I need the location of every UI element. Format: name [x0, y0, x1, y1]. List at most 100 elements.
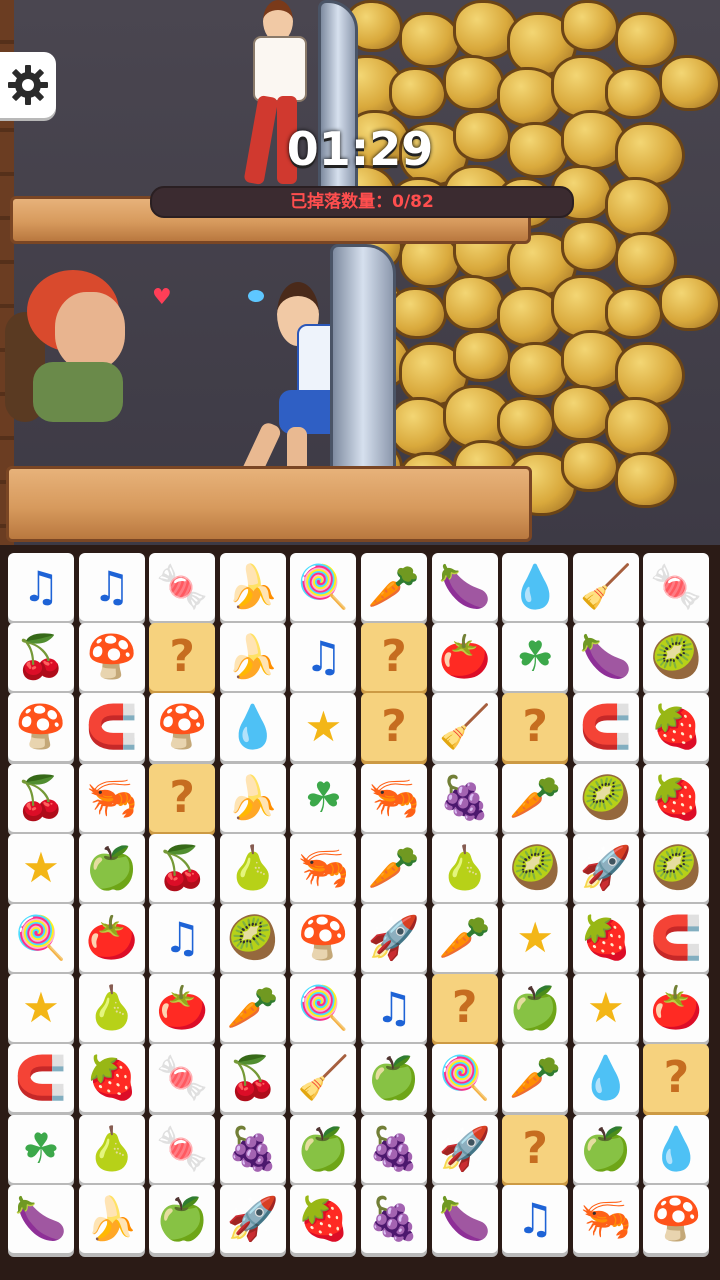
tile-apple[interactable]: 🍏 — [78, 833, 145, 902]
tile-clover[interactable]: ☘ — [8, 1114, 74, 1183]
tile-cherry[interactable]: 🍒 — [149, 833, 216, 902]
tile-star[interactable]: ★ — [572, 974, 639, 1043]
tile-rocket[interactable]: 🚀 — [361, 904, 427, 972]
tile-tomato[interactable]: 🍅 — [431, 623, 498, 692]
tile-apple[interactable]: 🍏 — [149, 1184, 216, 1253]
tile-candy[interactable]: 🍬 — [149, 1044, 216, 1113]
tile-mystery[interactable]: ? — [361, 623, 427, 692]
tile-mushroom[interactable]: 🍄 — [78, 623, 145, 692]
tile-tomato[interactable]: 🍅 — [78, 904, 145, 972]
tile-strawberry[interactable]: 🍓 — [78, 1044, 145, 1113]
settings-button[interactable] — [0, 52, 56, 118]
tile-eggplant[interactable]: 🍆 — [572, 623, 639, 692]
tile-shrimp[interactable]: 🦐 — [361, 763, 427, 832]
tile-music[interactable]: ♫ — [502, 1184, 569, 1253]
tile-banana[interactable]: 🍌 — [219, 623, 286, 692]
tile-pear[interactable]: 🍐 — [78, 974, 145, 1043]
tile-mushroom[interactable]: 🍄 — [8, 693, 74, 762]
tile-strawberry[interactable]: 🍓 — [290, 1184, 357, 1253]
tile-kiwi[interactable]: 🥝 — [572, 763, 639, 832]
tile-kiwi[interactable]: 🥝 — [502, 833, 569, 902]
tile-shrimp[interactable]: 🦐 — [572, 1184, 639, 1253]
tile-eggplant[interactable]: 🍆 — [431, 1184, 498, 1253]
tile-shrimp[interactable]: 🦐 — [78, 763, 145, 832]
tile-water[interactable]: 💧 — [572, 1044, 639, 1113]
tile-apple[interactable]: 🍏 — [361, 1044, 427, 1113]
tile-lollipop[interactable]: 🍭 — [290, 974, 357, 1043]
tile-tomato[interactable]: 🍅 — [149, 974, 216, 1043]
tile-cherry[interactable]: 🍒 — [219, 1044, 286, 1113]
tile-rocket[interactable]: 🚀 — [431, 1114, 498, 1183]
tile-carrot[interactable]: 🥕 — [219, 974, 286, 1043]
tile-magnet[interactable]: 🧲 — [8, 1044, 74, 1113]
tile-candy[interactable]: 🍬 — [643, 553, 710, 621]
tile-water[interactable]: 💧 — [643, 1114, 710, 1183]
tile-grapes[interactable]: 🍇 — [431, 763, 498, 832]
tile-strawberry[interactable]: 🍓 — [643, 693, 710, 762]
tile-strawberry[interactable]: 🍓 — [572, 904, 639, 972]
tile-pear[interactable]: 🍐 — [219, 833, 286, 902]
tile-candy[interactable]: 🍬 — [149, 1114, 216, 1183]
tile-mystery[interactable]: ? — [149, 623, 216, 692]
tile-star[interactable]: ★ — [290, 693, 357, 762]
tile-carrot[interactable]: 🥕 — [361, 833, 427, 902]
tile-mystery[interactable]: ? — [149, 763, 216, 832]
tile-apple[interactable]: 🍏 — [502, 974, 569, 1043]
tile-mystery[interactable]: ? — [431, 974, 498, 1043]
tile-water[interactable]: 💧 — [502, 553, 569, 621]
tile-cherry[interactable]: 🍒 — [8, 763, 74, 832]
tile-music[interactable]: ♫ — [78, 553, 145, 621]
tile-banana[interactable]: 🍌 — [219, 763, 286, 832]
tile-apple[interactable]: 🍏 — [572, 1114, 639, 1183]
tile-broom[interactable]: 🧹 — [290, 1044, 357, 1113]
tile-magnet[interactable]: 🧲 — [78, 693, 145, 762]
tile-candy[interactable]: 🍬 — [149, 553, 216, 621]
tile-star[interactable]: ★ — [502, 904, 569, 972]
tile-mushroom[interactable]: 🍄 — [643, 1184, 710, 1253]
tile-tomato[interactable]: 🍅 — [643, 974, 710, 1043]
tile-clover[interactable]: ☘ — [290, 763, 357, 832]
tile-kiwi[interactable]: 🥝 — [643, 623, 710, 692]
tile-rocket[interactable]: 🚀 — [219, 1184, 286, 1253]
tile-carrot[interactable]: 🥕 — [502, 1044, 569, 1113]
tile-red-mushroom[interactable]: 🍄 — [149, 693, 216, 762]
tile-broom[interactable]: 🧹 — [431, 693, 498, 762]
tile-mystery[interactable]: ? — [502, 1114, 569, 1183]
tile-magnet[interactable]: 🧲 — [643, 904, 710, 972]
tile-grapes[interactable]: 🍇 — [219, 1114, 286, 1183]
tile-apple[interactable]: 🍏 — [290, 1114, 357, 1183]
tile-mushroom[interactable]: 🍄 — [290, 904, 357, 972]
tile-eggplant[interactable]: 🍆 — [8, 1184, 74, 1253]
tile-grapes[interactable]: 🍇 — [361, 1184, 427, 1253]
tile-carrot[interactable]: 🥕 — [431, 904, 498, 972]
tile-music[interactable]: ♫ — [149, 904, 216, 972]
tile-clover[interactable]: ☘ — [502, 623, 569, 692]
tile-rocket[interactable]: 🚀 — [572, 833, 639, 902]
tile-star[interactable]: ★ — [8, 974, 74, 1043]
tile-carrot[interactable]: 🥕 — [361, 553, 427, 621]
tile-grapes[interactable]: 🍇 — [361, 1114, 427, 1183]
tile-star[interactable]: ★ — [8, 833, 74, 902]
tile-banana[interactable]: 🍌 — [219, 553, 286, 621]
tile-shrimp[interactable]: 🦐 — [290, 833, 357, 902]
tile-mystery[interactable]: ? — [643, 1044, 710, 1113]
tile-strawberry[interactable]: 🍓 — [643, 763, 710, 832]
tile-magnet[interactable]: 🧲 — [572, 693, 639, 762]
tile-mystery[interactable]: ? — [502, 693, 569, 762]
tile-lollipop[interactable]: 🍭 — [290, 553, 357, 621]
tile-carrot[interactable]: 🥕 — [502, 763, 569, 832]
tile-lollipop[interactable]: 🍭 — [8, 904, 74, 972]
tile-banana[interactable]: 🍌 — [78, 1184, 145, 1253]
tile-music[interactable]: ♫ — [290, 623, 357, 692]
tile-pear[interactable]: 🍐 — [78, 1114, 145, 1183]
tile-kiwi[interactable]: 🥝 — [219, 904, 286, 972]
tile-music[interactable]: ♫ — [361, 974, 427, 1043]
tile-music[interactable]: ♫ — [8, 553, 74, 621]
tile-mystery[interactable]: ? — [361, 693, 427, 762]
tile-broom[interactable]: 🧹 — [572, 553, 639, 621]
tile-kiwi[interactable]: 🥝 — [643, 833, 710, 902]
tile-cherry[interactable]: 🍒 — [8, 623, 74, 692]
tile-lollipop[interactable]: 🍭 — [431, 1044, 498, 1113]
tile-pear[interactable]: 🍐 — [431, 833, 498, 902]
tile-eggplant[interactable]: 🍆 — [431, 553, 498, 621]
